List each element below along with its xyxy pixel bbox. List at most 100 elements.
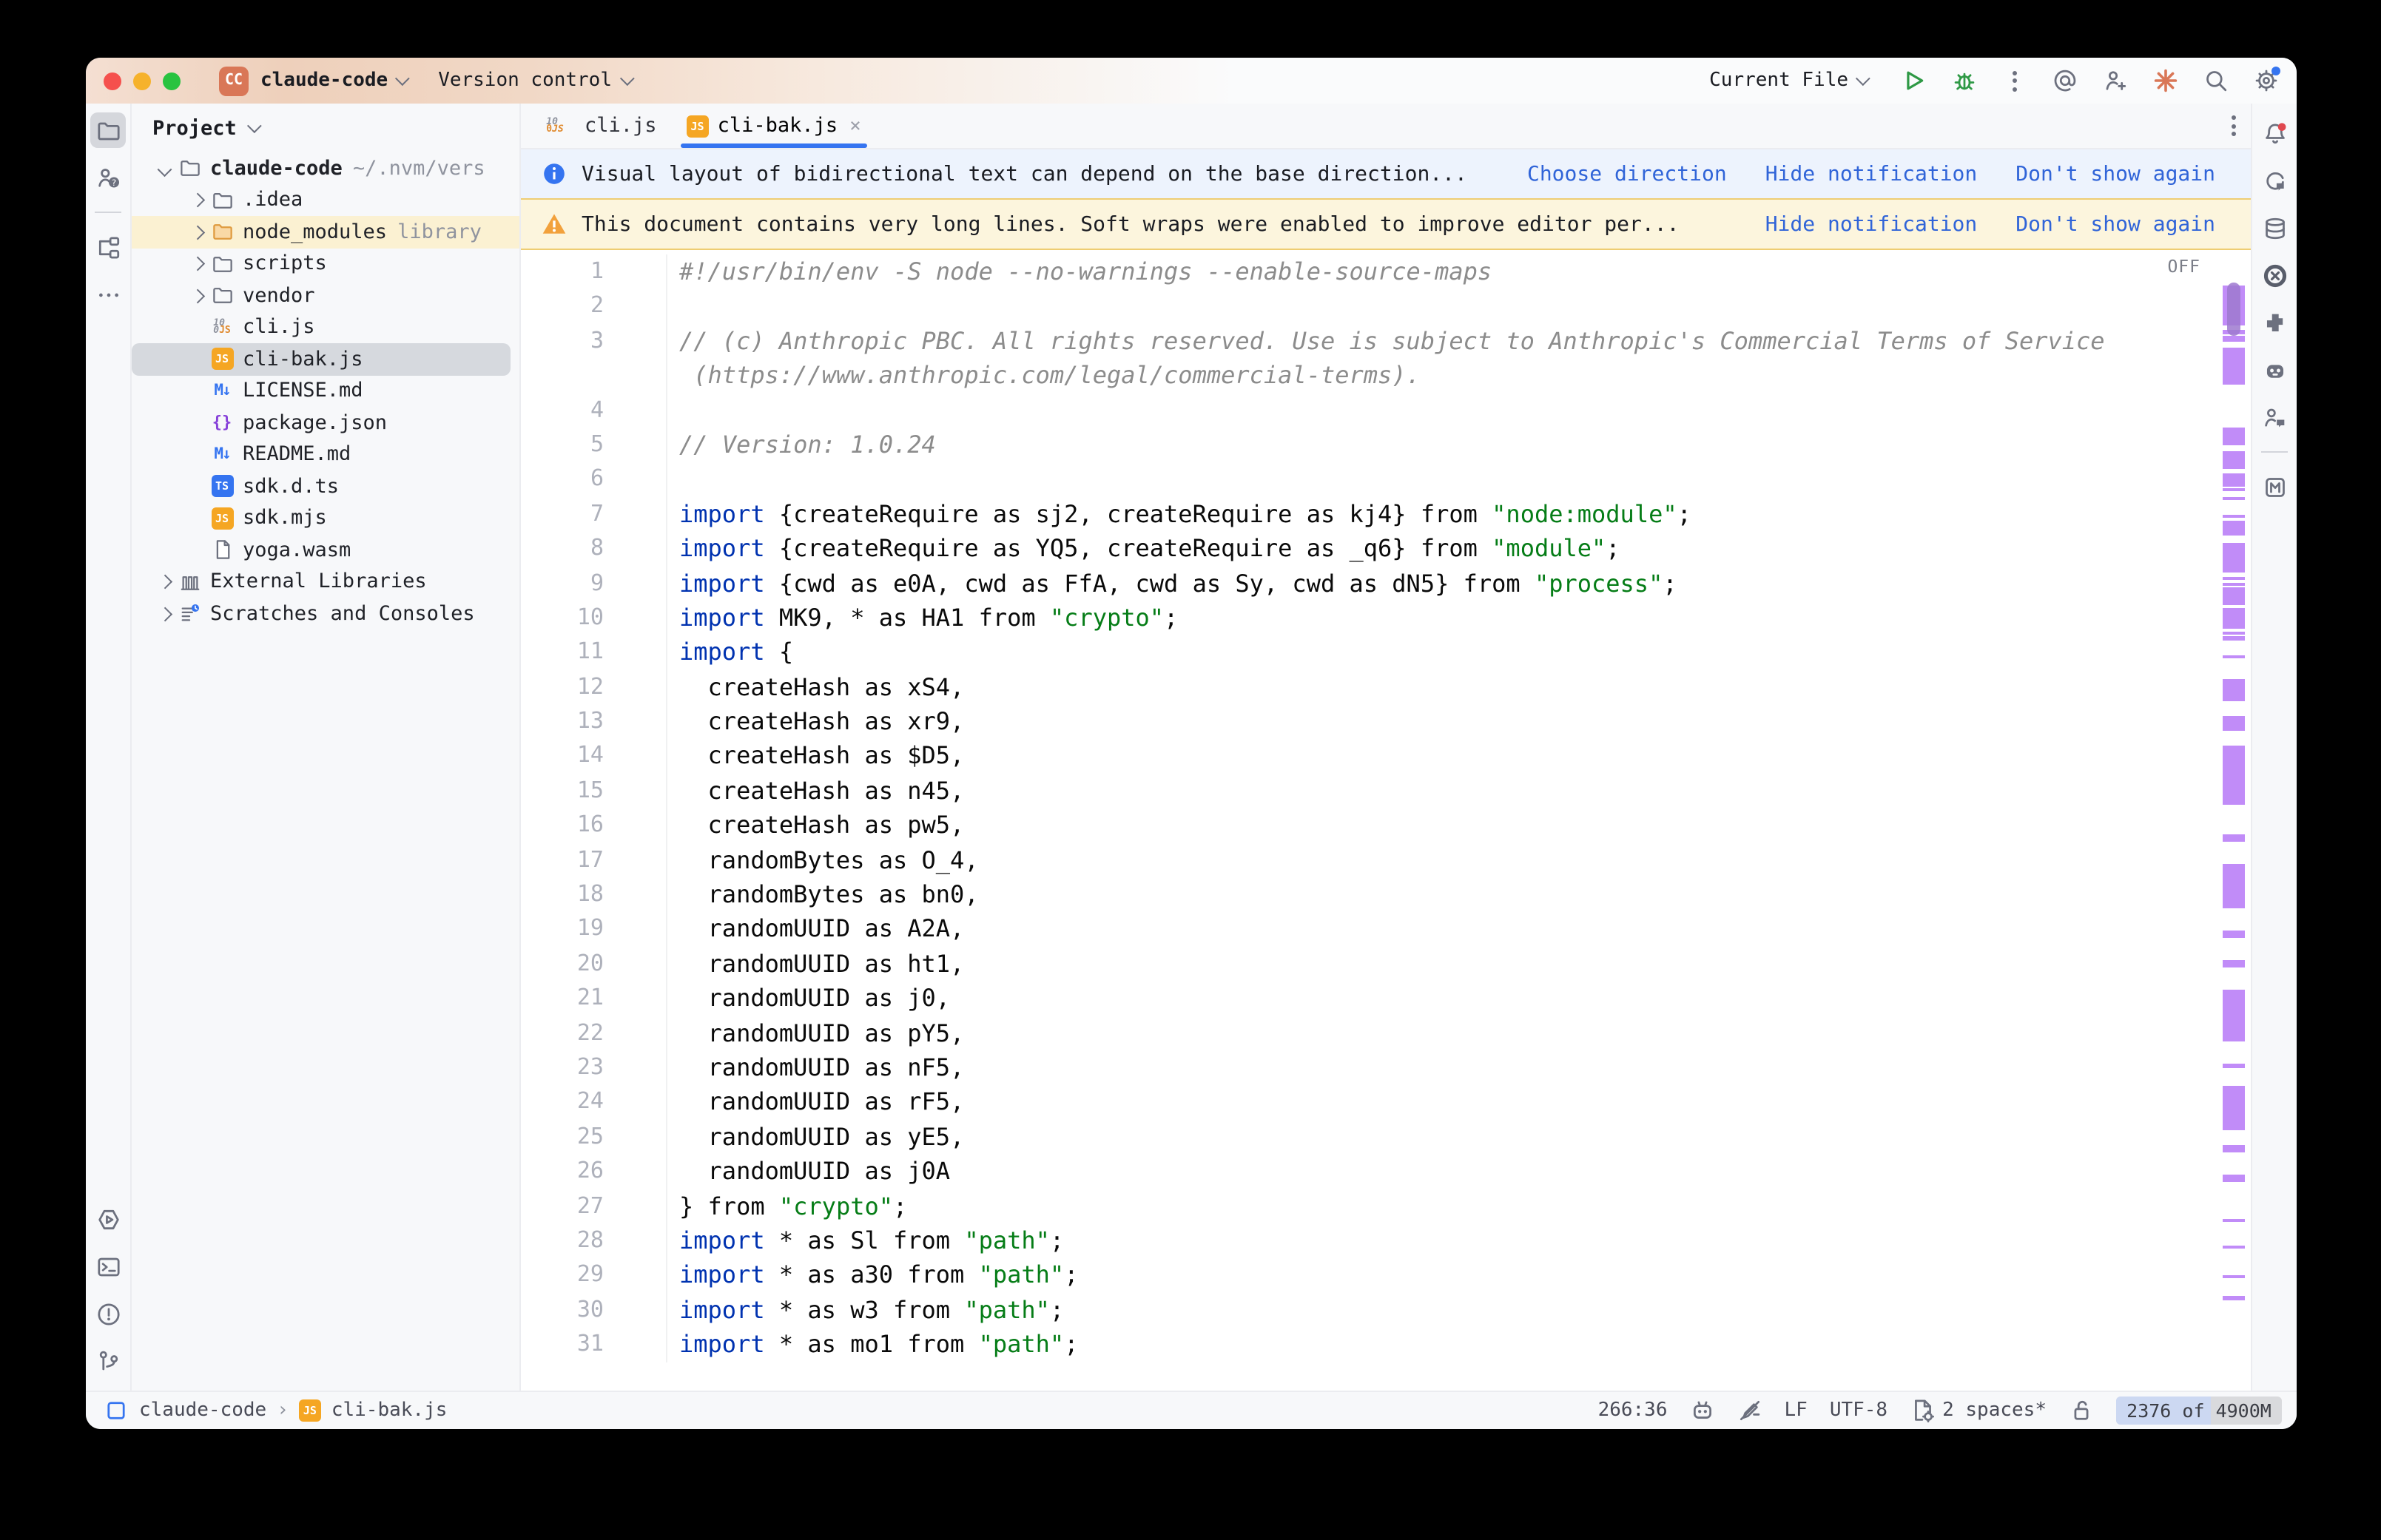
code-line-14[interactable]: 14 createHash as $D5,: [521, 739, 2251, 774]
tab-cli-bak-js[interactable]: JS cli-bak.js ×: [672, 104, 876, 148]
code-line-wrap[interactable]: (https://www.anthropic.com/legal/commerc…: [521, 358, 2251, 393]
code-line-20[interactable]: 20 randomUUID as ht1,: [521, 947, 2251, 982]
memory-indicator[interactable]: 2376 of 4900M: [2116, 1397, 2282, 1425]
tree-item-license-md[interactable]: M↓LICENSE.md: [132, 375, 519, 407]
close-window-button[interactable]: [104, 72, 121, 90]
tool-pull-requests[interactable]: ?: [90, 160, 126, 195]
tree-item--idea[interactable]: .idea: [132, 184, 519, 216]
code-line-28[interactable]: 28import * as Sl from "path";: [521, 1223, 2251, 1258]
code-line-21[interactable]: 21 randomUUID as j0,: [521, 981, 2251, 1016]
tree-item-cli-bak-js[interactable]: JScli-bak.js: [132, 343, 519, 375]
tree-item-scratches-and-consoles[interactable]: Scratches and Consoles: [132, 598, 519, 629]
breadcrumb-file[interactable]: cli-bak.js: [331, 1399, 448, 1422]
tree-item-sdk-d-ts[interactable]: TSsdk.d.ts: [132, 470, 519, 502]
tab-options-icon[interactable]: [2232, 115, 2236, 136]
tree-item-external-libraries[interactable]: External Libraries: [132, 566, 519, 598]
tree-item-yoga-wasm[interactable]: yoga.wasm: [132, 534, 519, 566]
code-line-27[interactable]: 27} from "crypto";: [521, 1189, 2251, 1223]
chevron-right-icon[interactable]: [190, 225, 203, 238]
tree-item-scripts[interactable]: scripts: [132, 248, 519, 280]
code-line-25[interactable]: 25 randomUUID as yE5,: [521, 1120, 2251, 1155]
more-actions-button[interactable]: [2002, 68, 2027, 93]
tool-more[interactable]: [90, 277, 126, 312]
mentions-button[interactable]: [2052, 68, 2078, 93]
code-line-17[interactable]: 17 randomBytes as O_4,: [521, 842, 2251, 877]
editor-scrollbar[interactable]: [2223, 250, 2245, 1391]
chevron-right-icon[interactable]: [158, 575, 171, 588]
scrollbar-thumb[interactable]: [2227, 283, 2240, 336]
tool-services[interactable]: [90, 1201, 126, 1237]
code-line-26[interactable]: 26 randomUUID as j0A: [521, 1154, 2251, 1189]
code-line-30[interactable]: 30import * as w3 from "path";: [521, 1292, 2251, 1327]
tree-item-node-modules[interactable]: node_moduleslibrary: [132, 216, 519, 248]
tree-item-sdk-mjs[interactable]: JSsdk.mjs: [132, 502, 519, 534]
code-line-1[interactable]: 1#!/usr/bin/env -S node --no-warnings --…: [521, 254, 2251, 289]
code-line-7[interactable]: 7import {createRequire as sj2, createReq…: [521, 496, 2251, 531]
hide-notification-link[interactable]: Hide notification: [1765, 162, 1978, 186]
tool-database[interactable]: [2257, 210, 2292, 246]
tree-item-readme-md[interactable]: M↓README.md: [132, 439, 519, 470]
dont-show-again-link[interactable]: Don't show again: [2015, 162, 2215, 186]
line-separator-widget[interactable]: LF: [1785, 1399, 1808, 1422]
tree-item-claude-code[interactable]: claude-code~/.nvm/vers: [132, 152, 519, 184]
tool-structure[interactable]: [90, 229, 126, 265]
code-with-me-button[interactable]: [2103, 68, 2128, 93]
vcs-menu[interactable]: Version control: [438, 70, 630, 92]
chevron-right-icon[interactable]: [190, 193, 203, 206]
chevron-down-icon[interactable]: [158, 161, 171, 175]
code-line-15[interactable]: 15 createHash as n45,: [521, 774, 2251, 808]
hide-notification-link[interactable]: Hide notification: [1765, 212, 1978, 236]
run-button[interactable]: [1902, 68, 1927, 93]
close-tab-icon[interactable]: ×: [849, 115, 861, 137]
code-line-5[interactable]: 5// Version: 1.0.24: [521, 428, 2251, 462]
code-line-22[interactable]: 22 randomUUID as pY5,: [521, 1016, 2251, 1050]
caret-position[interactable]: 266:36: [1598, 1399, 1668, 1422]
lock-open-icon[interactable]: [2069, 1398, 2094, 1423]
code-line-13[interactable]: 13 createHash as xr9,: [521, 704, 2251, 739]
breadcrumb-project[interactable]: claude-code: [139, 1399, 266, 1422]
tree-item-cli-js[interactable]: 100JScli.js: [132, 311, 519, 343]
code-line-23[interactable]: 23 randomUUID as nF5,: [521, 1050, 2251, 1085]
chevron-right-icon[interactable]: [190, 288, 203, 302]
settings-button[interactable]: [2254, 68, 2279, 93]
code-line-16[interactable]: 16 createHash as pw5,: [521, 808, 2251, 843]
debug-button[interactable]: [1952, 68, 1977, 93]
project-selector[interactable]: claude-code: [260, 70, 405, 92]
tab-cli-js[interactable]: 100JS cli.js: [527, 104, 672, 148]
tool-notifications[interactable]: [2257, 115, 2292, 151]
code-line-12[interactable]: 12 createHash as xS4,: [521, 669, 2251, 704]
highlighting-off-icon[interactable]: [1737, 1398, 1762, 1423]
tree-item-vendor[interactable]: vendor: [132, 280, 519, 311]
code-line-24[interactable]: 24 randomUUID as rF5,: [521, 1085, 2251, 1120]
tool-version-control[interactable]: [90, 1343, 126, 1379]
tool-x-plugin[interactable]: [2257, 257, 2292, 293]
search-everywhere-button[interactable]: [2203, 68, 2229, 93]
tree-item-package-json[interactable]: {}package.json: [132, 407, 519, 439]
code-viewport[interactable]: 1#!/usr/bin/env -S node --no-warnings --…: [521, 250, 2251, 1391]
project-panel-header[interactable]: Project: [132, 104, 519, 152]
ai-assistant-button[interactable]: [2153, 68, 2178, 93]
code-line-19[interactable]: 19 randomUUID as A2A,: [521, 912, 2251, 947]
indent-widget[interactable]: 2 spaces*: [1910, 1398, 2047, 1423]
tool-ai-chat[interactable]: [2257, 163, 2292, 198]
zoom-window-button[interactable]: [163, 72, 181, 90]
ai-assistant-status-icon[interactable]: [1690, 1398, 1715, 1423]
tool-copilot[interactable]: [2257, 352, 2292, 388]
tool-project[interactable]: [90, 112, 126, 148]
tool-plugin[interactable]: [2257, 305, 2292, 340]
code-line-9[interactable]: 9import {cwd as e0A, cwd as FfA, cwd as …: [521, 566, 2251, 601]
minimize-window-button[interactable]: [133, 72, 151, 90]
encoding-widget[interactable]: UTF-8: [1830, 1399, 1887, 1422]
tool-terminal[interactable]: [90, 1249, 126, 1284]
dont-show-again-link[interactable]: Don't show again: [2015, 212, 2215, 236]
tool-problems[interactable]: [90, 1296, 126, 1331]
code-line-4[interactable]: 4: [521, 393, 2251, 428]
tool-m-plugin[interactable]: [2257, 469, 2292, 504]
code-line-3[interactable]: 3// (c) Anthropic PBC. All rights reserv…: [521, 324, 2251, 359]
code-line-31[interactable]: 31import * as mo1 from "path";: [521, 1327, 2251, 1362]
run-configuration-selector[interactable]: Current File: [1709, 70, 1866, 92]
code-line-10[interactable]: 10import MK9, * as HA1 from "crypto";: [521, 601, 2251, 635]
code-line-29[interactable]: 29import * as a30 from "path";: [521, 1258, 2251, 1293]
code-line-6[interactable]: 6: [521, 462, 2251, 497]
code-line-8[interactable]: 8import {createRequire as YQ5, createReq…: [521, 531, 2251, 566]
